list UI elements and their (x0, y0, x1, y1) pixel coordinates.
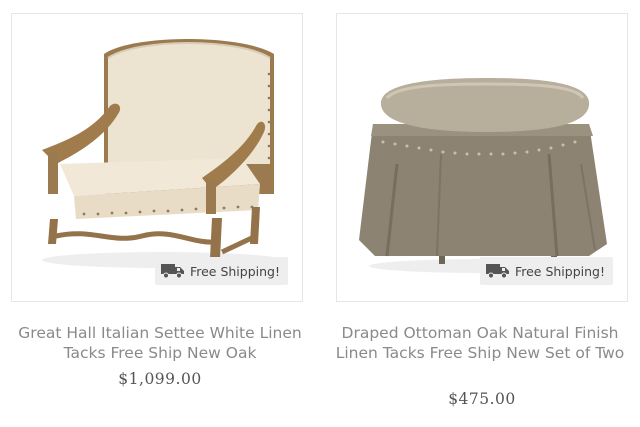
product-image-frame[interactable]: Free Shipping! (11, 13, 303, 302)
free-shipping-badge: Free Shipping! (154, 257, 288, 285)
truck-icon (485, 264, 509, 279)
product-price: $1,099.00 (118, 370, 202, 388)
truck-icon (160, 264, 184, 279)
product-title[interactable]: Great Hall Italian Settee White Linen Ta… (14, 323, 306, 363)
product-title[interactable]: Draped Ottoman Oak Natural Finish Linen … (329, 323, 631, 363)
free-shipping-label: Free Shipping! (514, 263, 605, 279)
product-image-frame[interactable]: Free Shipping! (336, 13, 628, 302)
free-shipping-label: Free Shipping! (189, 263, 280, 279)
product-price: $475.00 (448, 390, 516, 408)
free-shipping-badge: Free Shipping! (479, 257, 613, 285)
